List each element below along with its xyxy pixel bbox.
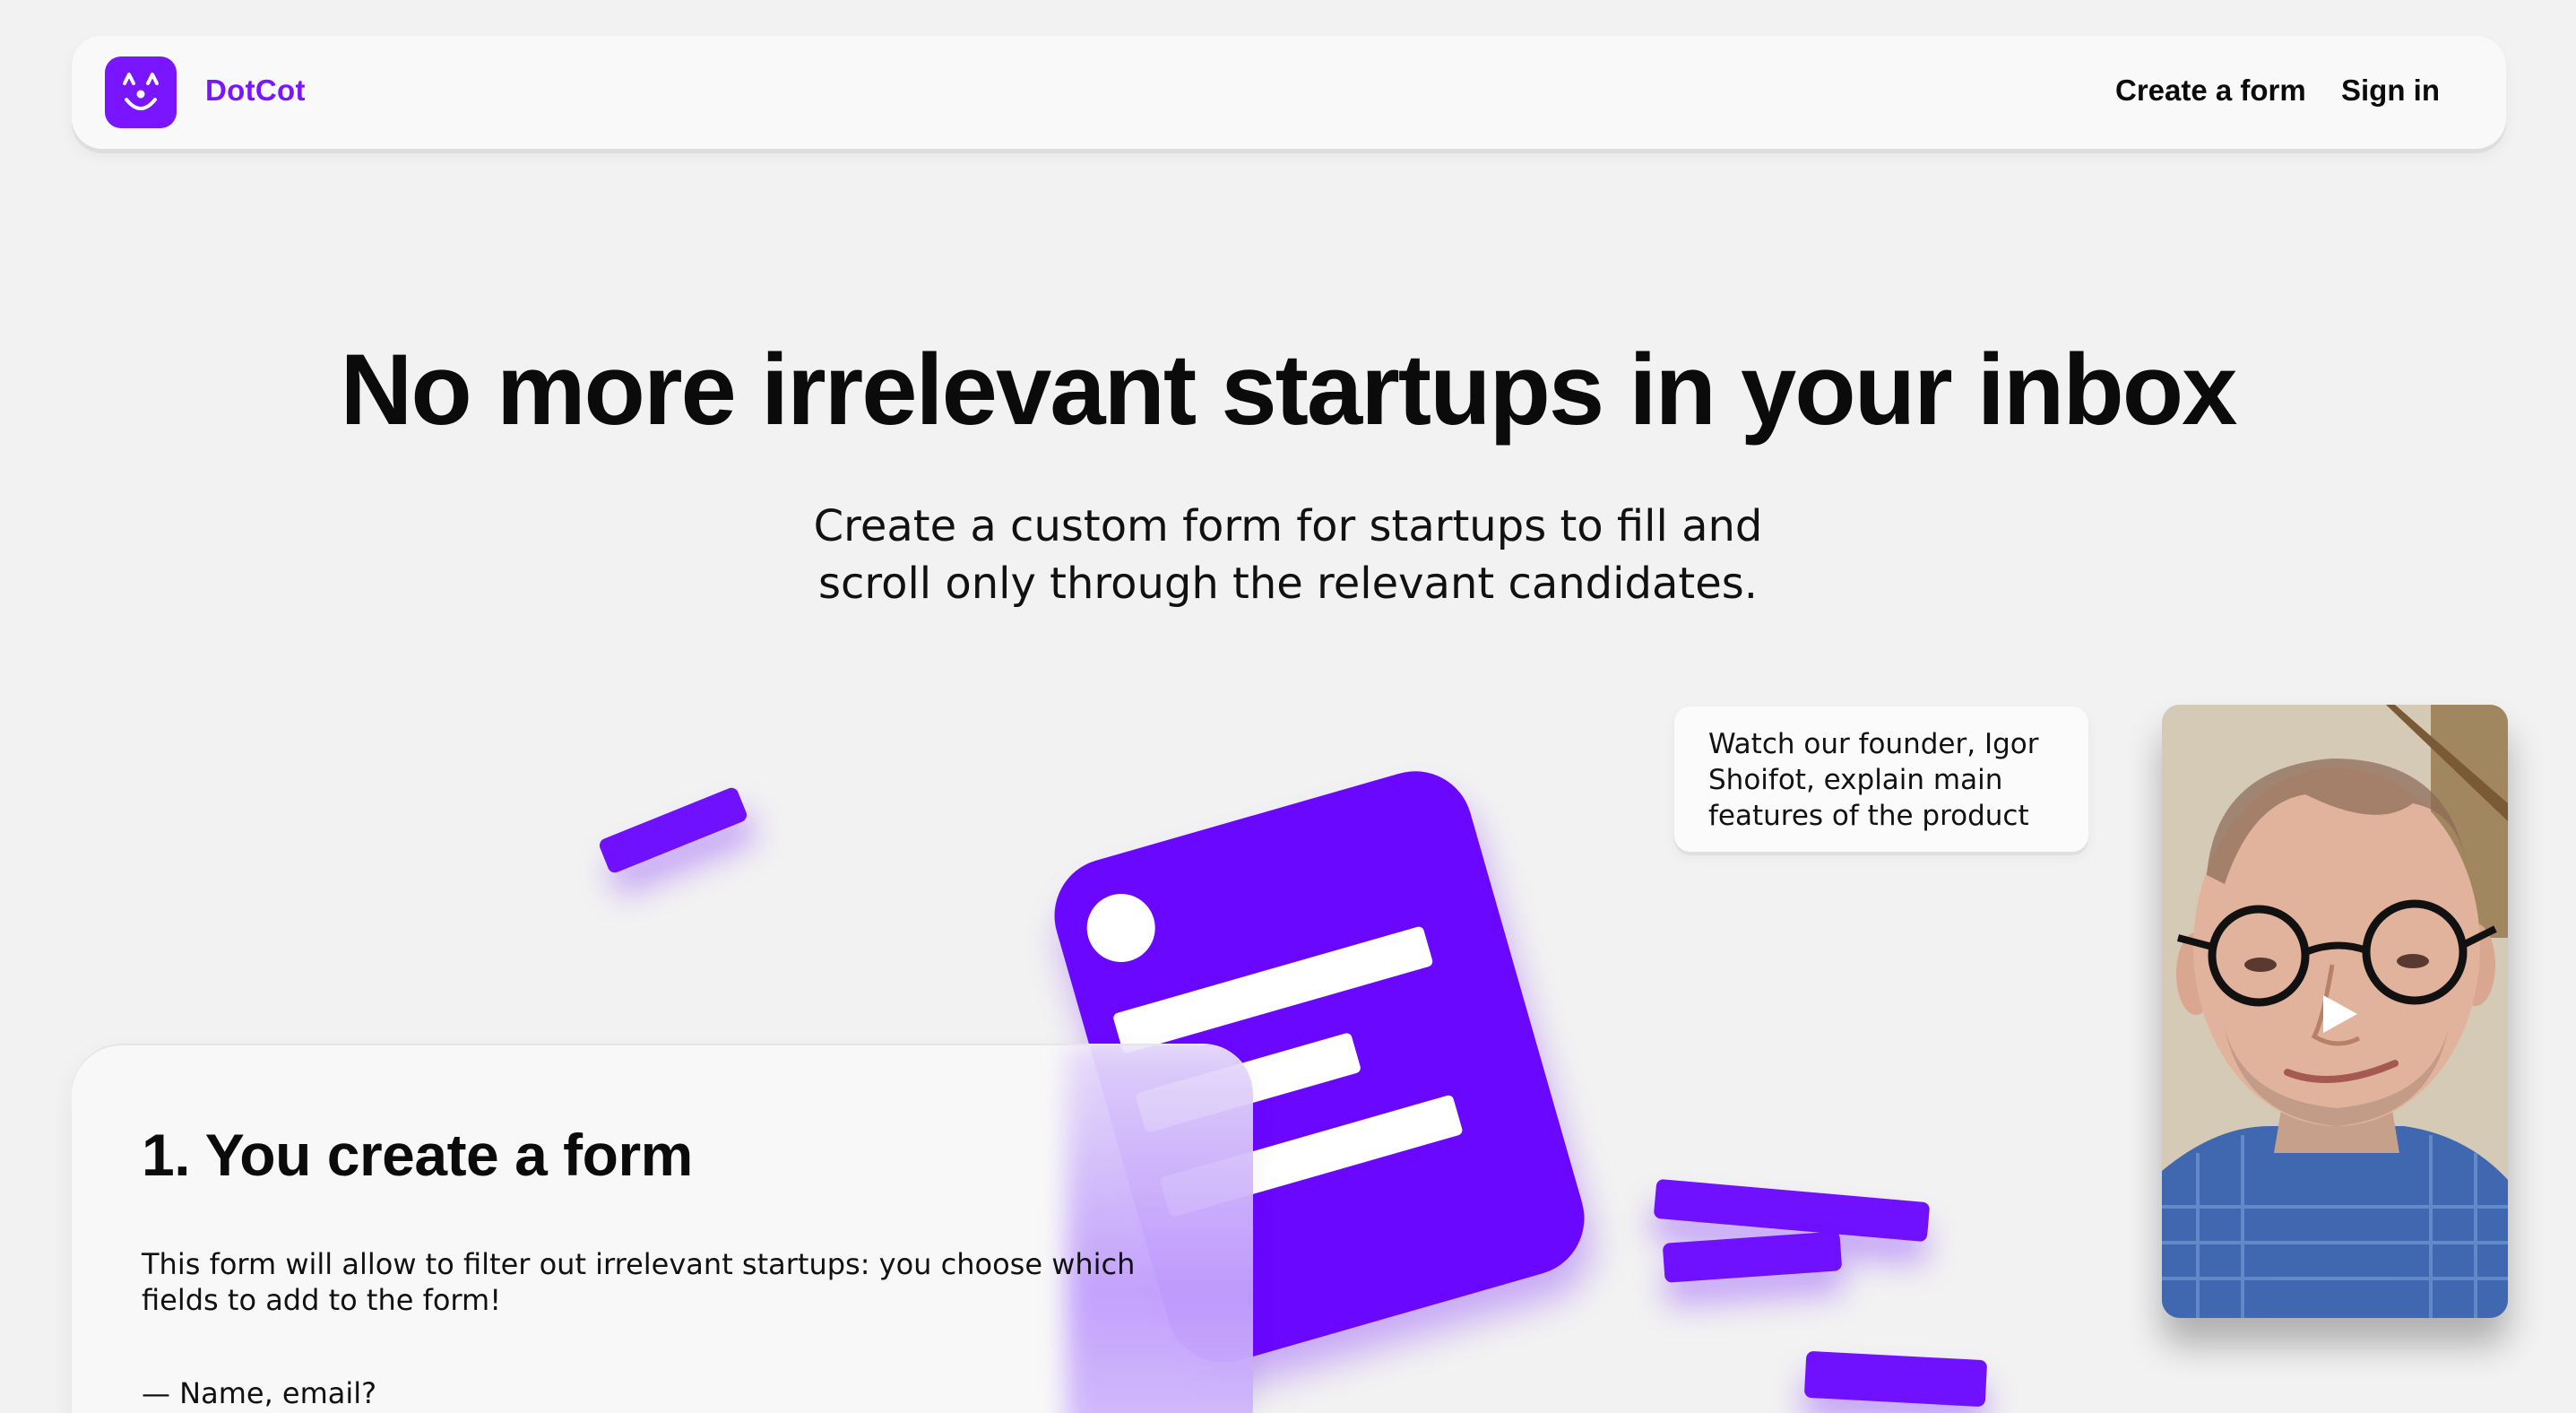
hero-subtitle-line: Create a custom form for startups to fil… bbox=[813, 501, 1763, 551]
step-description-line: This form will allow to filter out irrel… bbox=[142, 1247, 1136, 1281]
video-caption-line: Watch our founder, Igor bbox=[1708, 728, 2039, 760]
step-description-line: fields to add to the form! bbox=[142, 1283, 502, 1317]
glass-reflection bbox=[1067, 1045, 1253, 1413]
brand-name[interactable]: DotCot bbox=[205, 74, 306, 108]
step-1-card: 1. You create a form This form will allo… bbox=[72, 1045, 1253, 1413]
step-title: 1. You create a form bbox=[142, 1122, 693, 1188]
smiling-cat-face-icon[interactable] bbox=[105, 56, 177, 128]
step-description: This form will allow to filter out irrel… bbox=[142, 1246, 1145, 1318]
decorative-bar bbox=[1662, 1231, 1843, 1283]
founder-video[interactable] bbox=[2162, 705, 2508, 1318]
play-icon[interactable] bbox=[2314, 990, 2363, 1038]
hero-subtitle: Create a custom form for startups to fil… bbox=[795, 498, 1781, 612]
hero-subtitle-line: scroll only through the relevant candida… bbox=[818, 559, 1758, 609]
create-form-link[interactable]: Create a form bbox=[2115, 74, 2306, 108]
document-dot bbox=[1078, 885, 1163, 970]
document-line bbox=[1111, 925, 1434, 1054]
video-caption: Watch our founder, Igor Shoifot, explain… bbox=[1674, 706, 2088, 852]
top-navbar: DotCot Create a form Sign in bbox=[72, 36, 2506, 149]
decorative-bar bbox=[1653, 1178, 1931, 1243]
decorative-bar bbox=[597, 785, 749, 875]
sign-in-link[interactable]: Sign in bbox=[2341, 74, 2440, 108]
video-caption-line: features of the product bbox=[1708, 800, 2029, 832]
hero-title: No more irrelevant startups in your inbo… bbox=[340, 334, 2238, 446]
video-caption-line: Shoifot, explain main bbox=[1708, 764, 2003, 796]
decorative-bar bbox=[1803, 1350, 1988, 1408]
step-list-item: — Name, email? bbox=[142, 1376, 377, 1410]
